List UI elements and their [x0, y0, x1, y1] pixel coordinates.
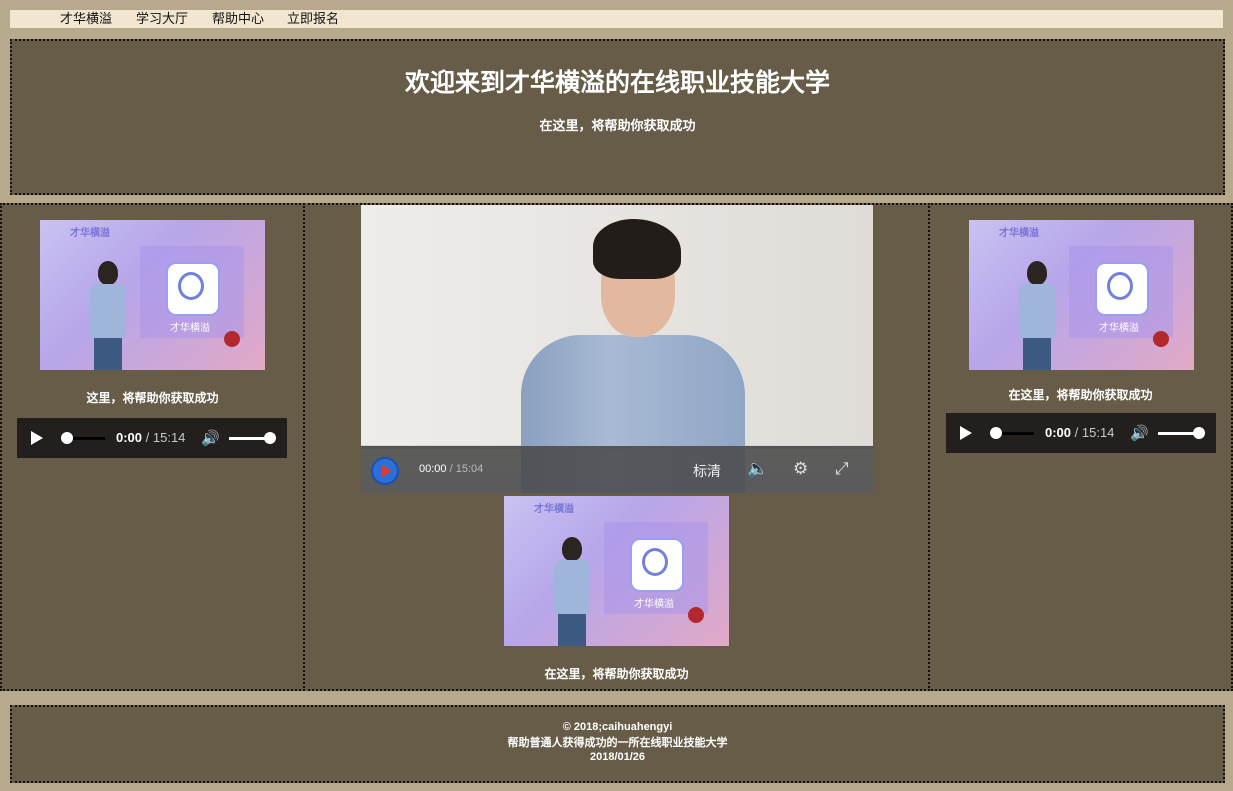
thumb-logo: 才华横溢 [999, 228, 1039, 239]
play-icon[interactable] [960, 426, 972, 440]
volume-icon[interactable]: 🔈 [747, 459, 768, 479]
right-caption: 在这里，将帮助你获取成功 [1008, 388, 1153, 402]
nav-link-home[interactable]: 才华横溢 [60, 11, 112, 27]
mascot-badge-icon [688, 607, 704, 623]
presenter-figure [1009, 256, 1065, 370]
volume-handle[interactable] [1193, 427, 1205, 439]
video-controls: 00:00 / 15:04 标清 🔈 ⚙ ⤢ [361, 446, 873, 493]
fullscreen-icon[interactable]: ⤢ [835, 459, 849, 479]
audio-player[interactable]: 0:00 / 15:14 🔊 [17, 418, 287, 458]
thumb-logo: 才华横溢 [70, 228, 110, 239]
volume-handle[interactable] [264, 432, 276, 444]
seek-handle[interactable] [61, 432, 73, 444]
left-caption: 这里，将帮助你获取成功 [86, 391, 219, 405]
seek-handle[interactable] [990, 427, 1002, 439]
thumb-logo: 才华横溢 [534, 504, 574, 515]
hero-subtitle: 在这里，将帮助你获取成功 [539, 118, 696, 133]
volume-icon[interactable]: 🔊 [201, 429, 220, 447]
course-thumbnail[interactable]: 才华横溢 才华横溢 [504, 496, 729, 646]
app-icon [630, 538, 684, 592]
hero-banner: 欢迎来到才华横溢的在线职业技能大学 在这里，将帮助你获取成功 [10, 39, 1225, 195]
nav-link-register[interactable]: 立即报名 [287, 11, 339, 27]
page-title: 欢迎来到才华横溢的在线职业技能大学 [404, 69, 830, 97]
volume-icon[interactable]: 🔊 [1130, 424, 1149, 442]
presenter-figure [80, 256, 136, 370]
thumb-app-label: 才华横溢 [634, 599, 674, 610]
video-player[interactable]: 00:00 / 15:04 标清 🔈 ⚙ ⤢ [361, 205, 873, 493]
audio-time: 0:00 / 15:14 [1045, 425, 1115, 440]
nav-link-learning-hall[interactable]: 学习大厅 [136, 11, 188, 27]
play-icon[interactable] [31, 431, 43, 445]
course-thumbnail[interactable]: 才华横溢 才华横溢 [40, 220, 265, 370]
settings-icon[interactable]: ⚙ [793, 459, 808, 479]
audio-player[interactable]: 0:00 / 15:14 🔊 [946, 413, 1216, 453]
thumb-app-label: 才华横溢 [1099, 323, 1139, 334]
mascot-badge-icon [1153, 331, 1169, 347]
audio-time: 0:00 / 15:14 [116, 430, 186, 445]
course-thumbnail[interactable]: 才华横溢 才华横溢 [969, 220, 1194, 370]
right-column: 才华横溢 才华横溢 在这里，将帮助你获取成功 0:00 / 15:14 🔊 [928, 203, 1233, 691]
quality-button[interactable]: 标清 [693, 461, 721, 481]
footer: © 2018;caihuahengyi 帮助普通人获得成功的一所在线职业技能大学… [10, 705, 1225, 783]
footer-copyright: © 2018;caihuahengyi [562, 721, 673, 733]
play-icon[interactable] [371, 457, 399, 485]
app-icon [1095, 262, 1149, 316]
mascot-badge-icon [224, 331, 240, 347]
left-column: 才华横溢 才华横溢 这里，将帮助你获取成功 0:00 / 15:14 🔊 [0, 203, 305, 691]
top-nav: 才华横溢 学习大厅 帮助中心 立即报名 [10, 10, 1223, 28]
footer-date: 2018/01/26 [589, 751, 646, 763]
middle-caption: 在这里，将帮助你获取成功 [544, 667, 689, 681]
presenter-figure [544, 532, 600, 646]
thumb-app-label: 才华横溢 [170, 323, 210, 334]
app-icon [166, 262, 220, 316]
nav-link-help-center[interactable]: 帮助中心 [212, 11, 264, 27]
video-time: 00:00 / 15:04 [419, 463, 484, 475]
footer-tagline: 帮助普通人获得成功的一所在线职业技能大学 [507, 737, 728, 749]
